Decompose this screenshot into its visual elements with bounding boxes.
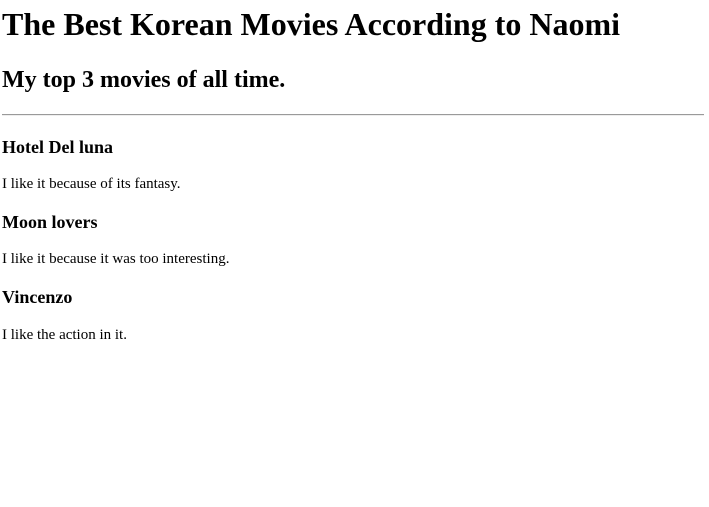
movie-entry: Moon lovers I like it because it was too… (2, 211, 707, 268)
divider (2, 114, 704, 116)
movie-title: Hotel Del luna (2, 137, 113, 157)
movie-entry: Hotel Del luna I like it because of its … (2, 136, 707, 193)
movie-reason: I like it because of its fantasy. (2, 176, 181, 192)
movie-entry: Vincenzo I like the action in it. (2, 286, 707, 344)
page-subtitle: My top 3 movies of all time. (2, 67, 286, 93)
movie-title: Vincenzo (2, 287, 73, 307)
movie-reason: I like it because it was too interesting… (2, 251, 230, 267)
movie-title: Moon lovers (2, 212, 98, 232)
movie-reason: I like the action in it. (2, 327, 127, 343)
page-title: The Best Korean Movies According to Naom… (2, 6, 621, 42)
